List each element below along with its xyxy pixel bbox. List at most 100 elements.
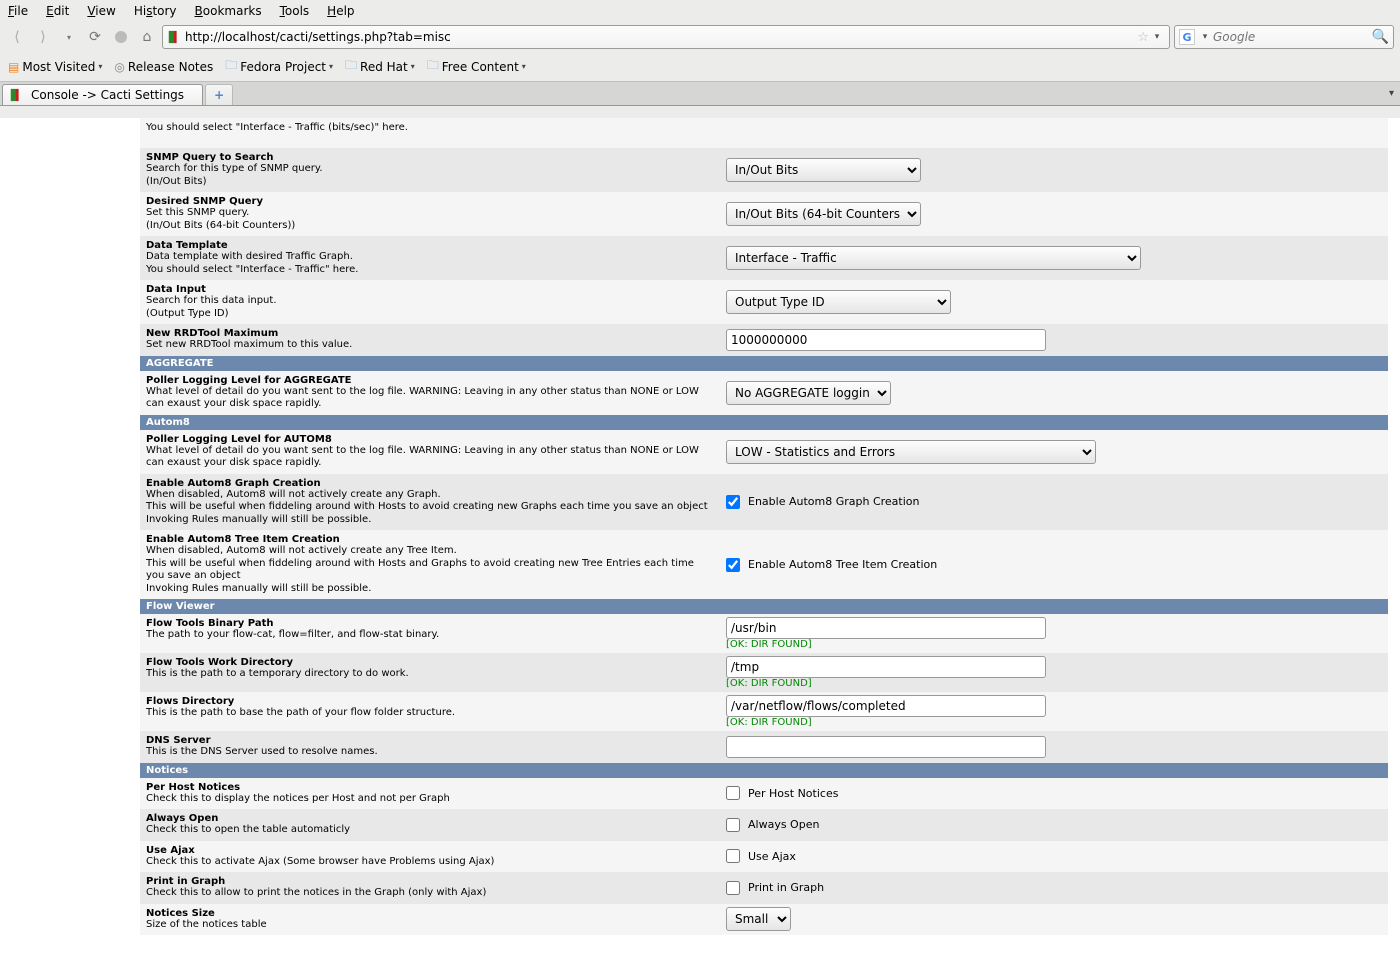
new-tab-button[interactable]: + [205, 84, 233, 105]
setting-desc: Search for this data input. [146, 295, 714, 308]
stop-icon [115, 31, 127, 43]
recent-pages-dropdown[interactable]: ▾ [58, 26, 80, 48]
url-input[interactable] [185, 30, 1133, 44]
stop-button[interactable] [110, 26, 132, 48]
forward-button[interactable]: ⟩ [32, 26, 54, 48]
url-dropdown[interactable]: ▾ [1149, 32, 1165, 42]
section-notices: Notices [140, 763, 1388, 778]
tab-list-dropdown[interactable]: ▾ [1389, 88, 1394, 99]
autom8-graph-checkbox[interactable] [726, 495, 740, 509]
setting-desc: This is the DNS Server used to resolve n… [146, 746, 714, 759]
aggregate-log-level-select[interactable]: No AGGREGATE logging [726, 381, 891, 405]
url-bar[interactable]: ☆ ▾ [162, 25, 1170, 49]
menu-tools[interactable]: Tools [280, 4, 310, 18]
dns-server-input[interactable] [726, 736, 1046, 758]
per-host-notices-checkbox[interactable] [726, 786, 740, 800]
menu-help[interactable]: Help [327, 4, 354, 18]
section-aggregate: AGGREGATE [140, 356, 1388, 371]
autom8-tree-checkbox[interactable] [726, 558, 740, 572]
print-in-graph-checkbox[interactable] [726, 881, 740, 895]
setting-desc: Search for this type of SNMP query. [146, 163, 714, 176]
setting-desc: Check this to allow to print the notices… [146, 887, 714, 900]
status-ok: [OK: DIR FOUND] [726, 717, 1382, 728]
menu-edit[interactable]: Edit [46, 4, 69, 18]
setting-desc: This will be useful when fiddeling aroun… [146, 558, 714, 583]
setting-desc: This will be useful when fiddeling aroun… [146, 501, 714, 514]
setting-title: Flow Tools Binary Path [146, 618, 714, 629]
search-engine-dropdown[interactable]: ▾ [1197, 32, 1213, 42]
setting-desc: Invoking Rules manually will still be po… [146, 514, 714, 527]
menu-file[interactable]: File [8, 4, 28, 18]
setting-title: SNMP Query to Search [146, 152, 714, 163]
use-ajax-checkbox[interactable] [726, 849, 740, 863]
setting-desc: The path to your flow-cat, flow=filter, … [146, 629, 714, 642]
nav-toolbar: ⟨ ⟩ ▾ ⟳ ⌂ ☆ ▾ G ▾ 🔍 [0, 22, 1400, 52]
rrdtool-max-input[interactable] [726, 329, 1046, 351]
bookmark-redhat[interactable]: 🗀Red Hat▾ [345, 56, 415, 77]
feed-icon: ▤ [8, 60, 19, 74]
setting-hint: (Output Type ID) [146, 308, 714, 321]
setting-title: Print in Graph [146, 876, 714, 887]
setting-desc: Set new RRDTool maximum to this value. [146, 339, 714, 352]
section-autom8: Autom8 [140, 415, 1388, 430]
notices-size-select[interactable]: Small [726, 907, 791, 931]
menu-bar: File Edit View History Bookmarks Tools H… [0, 0, 1400, 22]
setting-title: Enable Autom8 Tree Item Creation [146, 534, 714, 545]
setting-title: Per Host Notices [146, 782, 714, 793]
setting-desc: Check this to activate Ajax (Some browse… [146, 856, 714, 869]
snmp-query-search-select[interactable]: In/Out Bits [726, 158, 921, 182]
chevron-down-icon: ▾ [411, 62, 415, 71]
folder-icon: 🗀 [345, 56, 357, 77]
folder-icon: 🗀 [427, 56, 439, 77]
section-flow-viewer: Flow Viewer [140, 599, 1388, 614]
setting-desc: This is the path to base the path of you… [146, 707, 714, 720]
bookmark-most-visited[interactable]: ▤Most Visited▾ [8, 60, 102, 74]
setting-title: Flow Tools Work Directory [146, 657, 714, 668]
search-icon[interactable]: 🔍 [1372, 29, 1389, 45]
menu-history[interactable]: History [134, 4, 177, 18]
tab-strip: Console -> Cacti Settings + ▾ [0, 81, 1400, 106]
search-bar[interactable]: G ▾ 🔍 [1174, 25, 1394, 49]
setting-title: Desired SNMP Query [146, 196, 714, 207]
checkbox-label: Print in Graph [748, 881, 824, 894]
reload-button[interactable]: ⟳ [84, 26, 106, 48]
home-button[interactable]: ⌂ [136, 26, 158, 48]
setting-title: New RRDTool Maximum [146, 328, 714, 339]
flows-dir-input[interactable] [726, 695, 1046, 717]
chevron-down-icon: ▾ [522, 62, 526, 71]
bookmark-fedora[interactable]: 🗀Fedora Project▾ [225, 56, 333, 77]
status-ok: [OK: DIR FOUND] [726, 678, 1382, 689]
back-button[interactable]: ⟨ [6, 26, 28, 48]
setting-hint: (In/Out Bits) [146, 176, 714, 189]
search-input[interactable] [1213, 30, 1372, 44]
checkbox-label: Per Host Notices [748, 787, 838, 800]
setting-title: Enable Autom8 Graph Creation [146, 478, 714, 489]
data-input-select[interactable]: Output Type ID [726, 290, 951, 314]
setting-title: Always Open [146, 813, 714, 824]
setting-desc: When disabled, Autom8 will not actively … [146, 489, 714, 502]
setting-desc: Check this to display the notices per Ho… [146, 793, 714, 806]
bookmark-free-content[interactable]: 🗀Free Content▾ [427, 56, 526, 77]
settings-panel: You should select "Interface - Traffic (… [140, 118, 1388, 969]
bookmark-star-icon[interactable]: ☆ [1137, 30, 1149, 45]
setting-title: Data Input [146, 284, 714, 295]
menu-bookmarks[interactable]: Bookmarks [195, 4, 262, 18]
always-open-checkbox[interactable] [726, 818, 740, 832]
autom8-log-level-select[interactable]: LOW - Statistics and Errors [726, 440, 1096, 464]
setting-desc: Invoking Rules manually will still be po… [146, 583, 714, 596]
tab-cacti-settings[interactable]: Console -> Cacti Settings [2, 84, 203, 105]
setting-title: Flows Directory [146, 696, 714, 707]
setting-hint: You should select "Interface - Traffic" … [146, 264, 714, 277]
setting-desc: Data template with desired Traffic Graph… [146, 251, 714, 264]
page-icon: ◎ [114, 60, 124, 74]
setting-title: Poller Logging Level for AGGREGATE [146, 375, 714, 386]
data-template-select[interactable]: Interface - Traffic [726, 246, 1141, 270]
setting-desc: This is the path to a temporary director… [146, 668, 714, 681]
flow-binary-path-input[interactable] [726, 617, 1046, 639]
bookmark-release-notes[interactable]: ◎Release Notes [114, 60, 213, 74]
desired-snmp-query-select[interactable]: In/Out Bits (64-bit Counters) [726, 202, 921, 226]
menu-view[interactable]: View [87, 4, 115, 18]
setting-title: Data Template [146, 240, 714, 251]
flow-work-dir-input[interactable] [726, 656, 1046, 678]
checkbox-label: Enable Autom8 Graph Creation [748, 495, 920, 508]
